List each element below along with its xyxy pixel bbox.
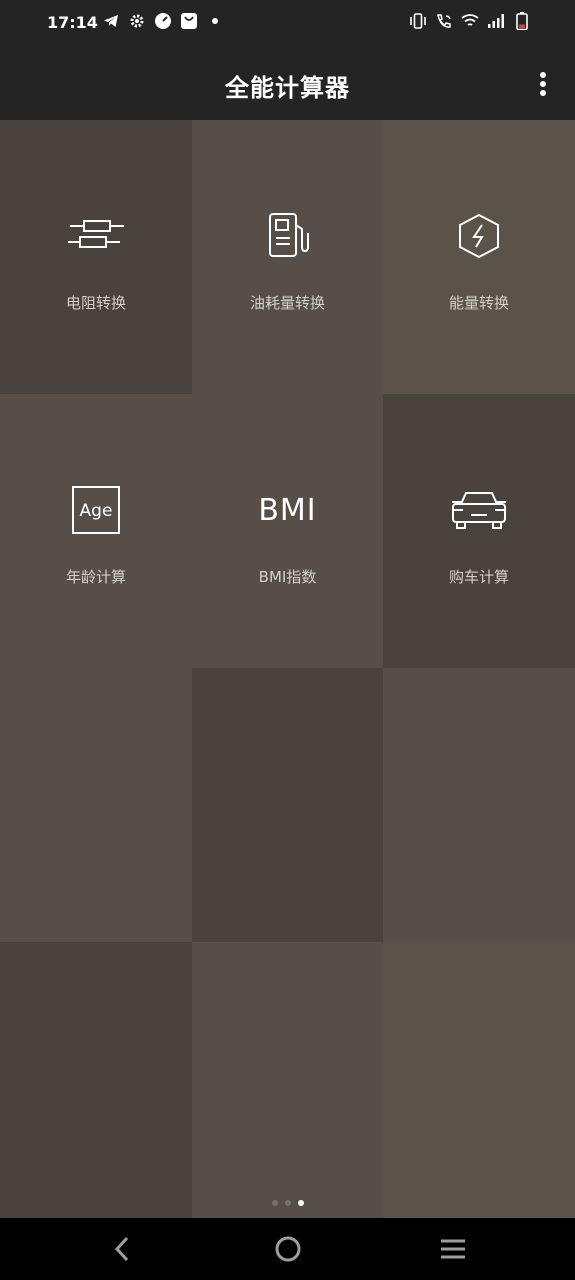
tile-car-purchase-calculation[interactable]: 购车计算 xyxy=(383,394,575,668)
home-button[interactable] xyxy=(268,1232,308,1266)
back-icon xyxy=(114,1236,129,1262)
dot-icon xyxy=(206,12,224,30)
resistor-icon xyxy=(64,204,128,268)
empty-tile xyxy=(0,942,192,1218)
signal-icon xyxy=(487,12,505,30)
empty-tile xyxy=(383,942,575,1218)
page-indicator xyxy=(0,1200,575,1206)
battery-icon xyxy=(513,12,531,30)
more-options-button[interactable] xyxy=(531,68,555,100)
empty-tile xyxy=(383,668,575,942)
tile-resistor-conversion[interactable]: 电阻转换 xyxy=(0,120,192,394)
status-left-icons xyxy=(102,12,224,30)
tile-label: BMI指数 xyxy=(258,568,317,586)
calculator-grid: 电阻转换 油耗量转换 能量转换 Age 年龄计算 BMI BMI指数 购车计算 xyxy=(0,120,575,1218)
recents-button[interactable] xyxy=(433,1232,473,1266)
app-title: 全能计算器 xyxy=(225,74,350,102)
car-icon xyxy=(447,478,511,542)
empty-tile xyxy=(0,668,192,942)
back-button[interactable] xyxy=(102,1232,142,1266)
wifi-call-icon xyxy=(435,12,453,30)
tile-fuel-consumption-conversion[interactable]: 油耗量转换 xyxy=(192,120,383,394)
page-dot[interactable] xyxy=(284,1200,291,1206)
more-vert-icon xyxy=(540,72,546,96)
bmi-icon: BMI xyxy=(256,478,320,542)
recents-icon xyxy=(441,1239,465,1259)
status-bar: 17:14 xyxy=(0,0,575,48)
status-time: 17:14 xyxy=(47,13,98,32)
bag-icon xyxy=(180,12,198,30)
fuel-pump-icon xyxy=(256,204,320,268)
wifi-icon xyxy=(461,12,479,30)
tile-label: 能量转换 xyxy=(448,294,509,312)
page-dot-active[interactable] xyxy=(297,1200,304,1206)
settings-icon xyxy=(128,12,146,30)
tile-bmi-index[interactable]: BMI BMI指数 xyxy=(192,394,383,668)
energy-icon xyxy=(447,204,511,268)
system-nav-bar xyxy=(0,1218,575,1280)
speed-icon xyxy=(154,12,172,30)
age-icon-text: Age xyxy=(80,501,113,521)
home-icon xyxy=(275,1236,301,1262)
vibrate-icon xyxy=(409,12,427,30)
age-icon: Age xyxy=(64,478,128,542)
tile-label: 电阻转换 xyxy=(65,294,126,312)
page-dot[interactable] xyxy=(271,1200,278,1206)
bmi-icon-text: BMI xyxy=(258,492,317,528)
status-right-icons xyxy=(409,12,531,30)
tile-age-calculation[interactable]: Age 年龄计算 xyxy=(0,394,192,668)
tile-label: 年龄计算 xyxy=(65,568,126,586)
empty-tile xyxy=(192,942,383,1218)
tile-label: 油耗量转换 xyxy=(249,294,325,312)
tile-label: 购车计算 xyxy=(448,568,509,586)
telegram-icon xyxy=(102,12,120,30)
empty-tile xyxy=(192,668,383,942)
app-bar: 全能计算器 xyxy=(0,48,575,120)
tile-energy-conversion[interactable]: 能量转换 xyxy=(383,120,575,394)
